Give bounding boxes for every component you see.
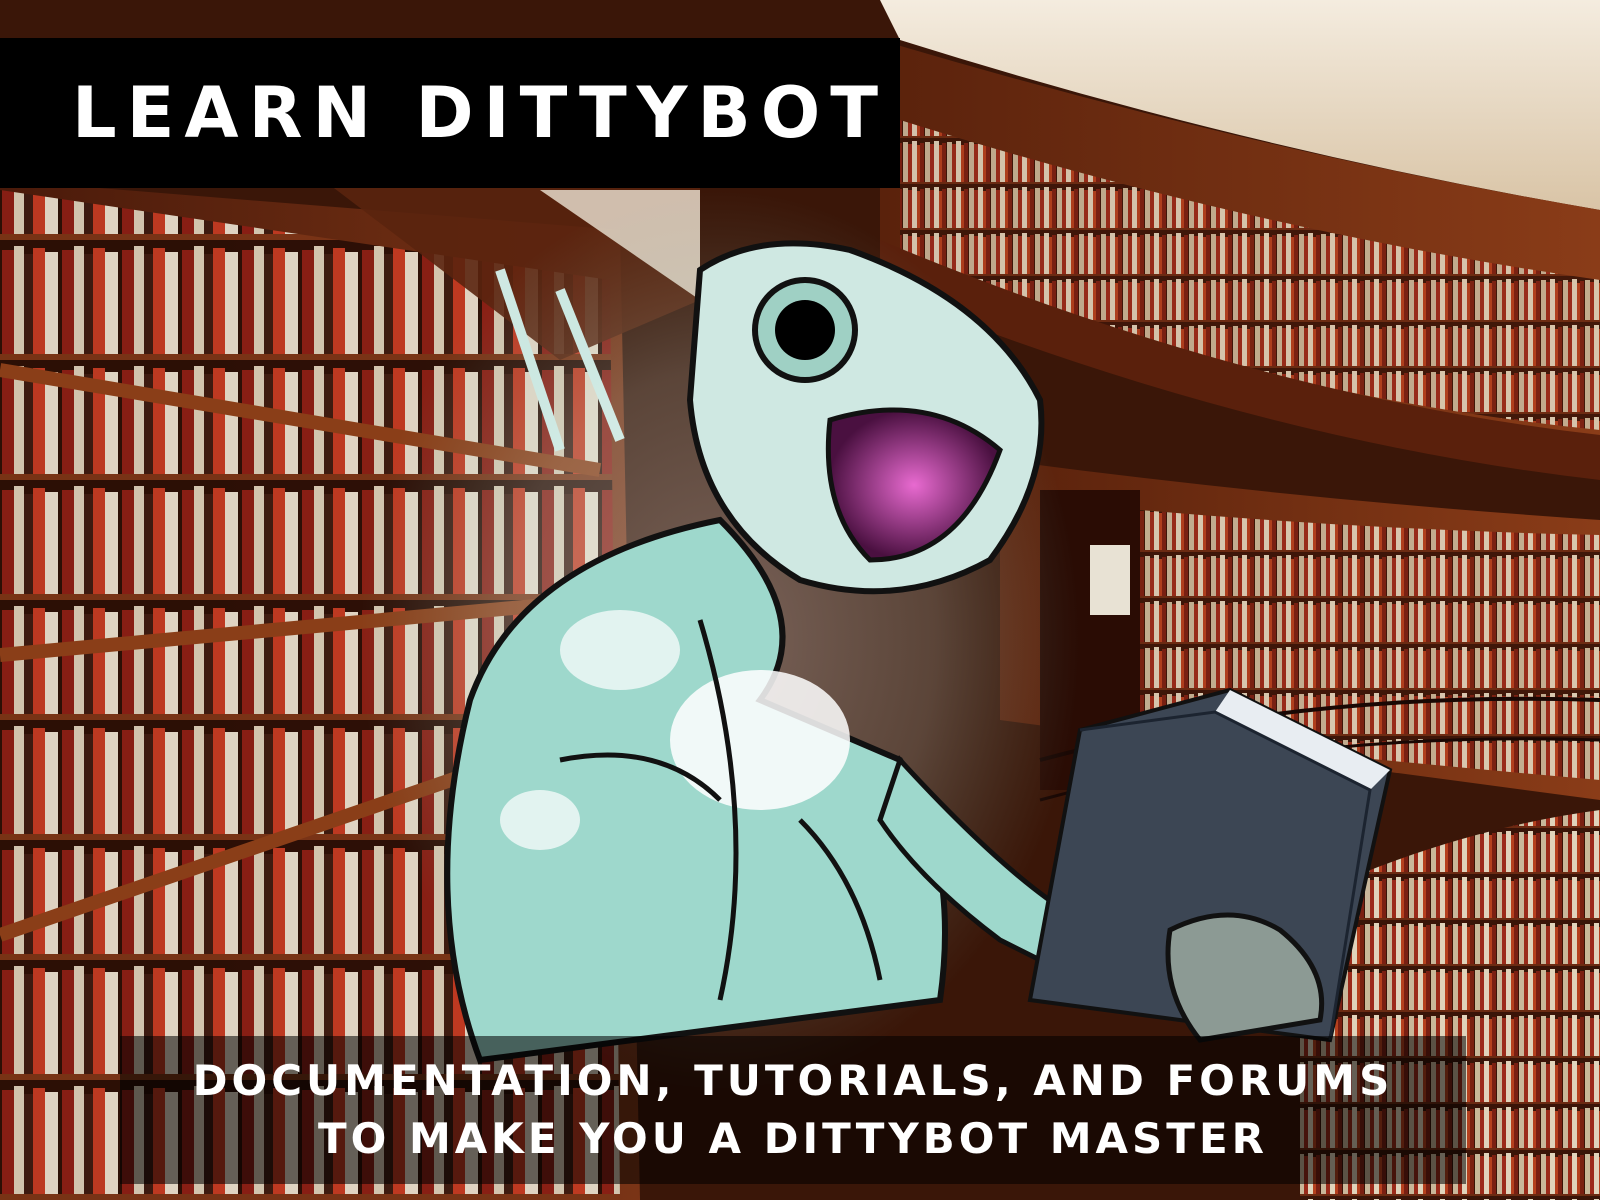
title-banner: LEARN DITTYBOT	[0, 38, 900, 188]
hero-banner: LEARN DITTYBOT DOCUMENTATION, TUTORIALS,…	[0, 0, 1600, 1200]
caption-box: DOCUMENTATION, TUTORIALS, AND FORUMS TO …	[120, 1036, 1466, 1184]
page-title: LEARN DITTYBOT	[72, 72, 889, 154]
caption-line-1: DOCUMENTATION, TUTORIALS, AND FORUMS	[192, 1056, 1394, 1105]
caption-line-2: TO MAKE YOU A DITTYBOT MASTER	[318, 1114, 1268, 1163]
